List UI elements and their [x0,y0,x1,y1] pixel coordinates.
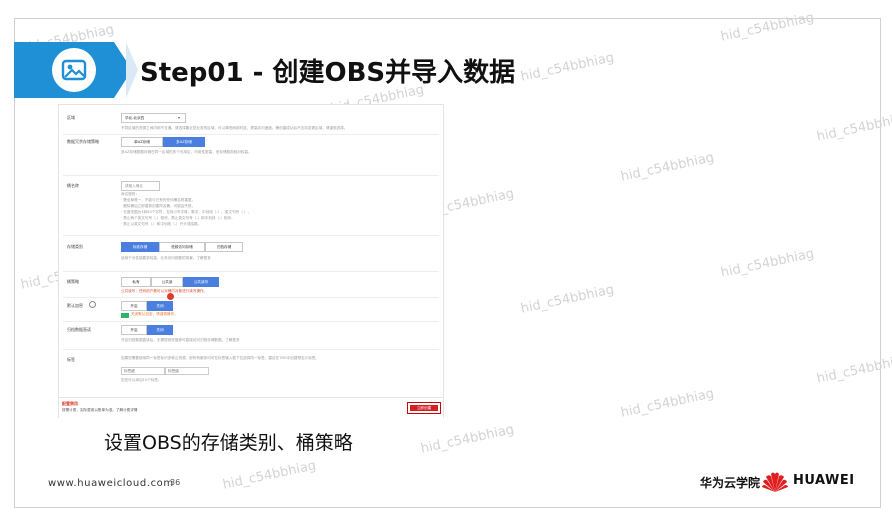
obs-create-bucket-screenshot: 区域 华北-北京四 ▾ 不同区域的资源之间内网不互通。请选择靠近您业务的区域，可… [58,104,444,418]
tip-badge [121,313,129,318]
encryption-off-button[interactable]: 关闭 [147,301,173,311]
copy-policy-hint: 多AZ存储数据存储在同一区域的多个可用区，可用性更高，但存储费用相对较高。 [121,150,252,154]
single-az-button[interactable]: 单AZ存储 [121,137,163,147]
fee-label: 配置费用 [62,401,78,406]
divider [63,271,439,272]
direct-read-on-button[interactable]: 开启 [121,325,147,335]
copy-policy-label: 数据冗余存储策略 [67,139,99,144]
bucket-name-rule: · 禁止以英文句号（.）和中划线（-）开头或结尾。 [121,222,202,226]
slide-title: Step01 - 创建OBS并导入数据 [140,58,516,88]
direct-read-off-button[interactable]: 关闭 [147,325,173,335]
direct-read-label: 归档数据直读 [67,327,91,332]
fee-hint: 按需计费，实际费用以账单为准。了解计费详情 [62,408,138,412]
storage-class-label: 存储类别 [67,244,83,249]
bucket-policy-label: 桶策略 [67,279,79,284]
policy-public-read-button[interactable]: 公共读 [151,277,183,287]
storage-class-hint: 适用于对性能要求较高，业务访问频繁的场景。了解更多 [121,256,211,260]
page-number: 36 [170,478,181,487]
create-now-button-label: 立即创建 [410,405,438,411]
divider [63,297,439,298]
direct-read-hint: 开启归档数据直读后，无需提前恢复即可直接访问归档存储数据。了解更多 [121,338,240,342]
tag-hint: 如果您需要使用同一标签标识多种云资源，即所有服务均可在标签输入框下拉选择同一标签… [121,356,320,360]
bucket-name-label: 桶名称 [67,183,79,188]
info-icon [89,301,96,308]
website-url: www.huaweicloud.com [48,478,174,489]
tag-count: 您还可以添加10个标签。 [121,378,162,382]
brand-name-cn: 华为云学院 [700,476,761,490]
policy-public-read-write-button[interactable]: 公共读写 [183,277,219,287]
slide-caption: 设置OBS的存储类别、桶策略 [104,432,353,454]
tag-key-input[interactable] [121,367,165,375]
encryption-label: 默认加密 [67,303,83,308]
encryption-on-button[interactable]: 开启 [121,301,147,311]
fee-footer: 配置费用 按需计费，实际费用以账单为准。了解计费详情 立即创建 [59,397,443,418]
divider [63,321,439,322]
huawei-logo-icon [760,470,790,498]
region-hint: 不同区域的资源之间内网不互通。请选择靠近您业务的区域，可以降低网络时延、提高访问… [121,126,348,130]
title-band-arrow-light [126,42,138,98]
bucket-policy-warning: 公共读写：任何用户都可以对桶内对象进行读写操作。 [121,289,208,293]
policy-private-button[interactable]: 私有 [121,277,151,287]
divider [63,235,439,236]
divider [63,349,439,350]
tag-value-input[interactable] [165,367,209,375]
encryption-note: 关闭默认加密，请谨慎操作。 [131,312,178,316]
image-icon [52,48,96,92]
archive-storage-button[interactable]: 归档存储 [205,242,243,252]
infrequent-storage-button[interactable]: 低频访问存储 [159,242,205,252]
region-label: 区域 [67,115,75,120]
bucket-name-input[interactable]: 请输入桶名 [121,181,160,191]
divider [63,134,439,135]
chevron-down-icon: ▾ [178,115,181,120]
create-now-button[interactable]: 立即创建 [407,402,441,414]
standard-storage-button[interactable]: 标准存储 [121,242,159,252]
tag-label: 标签 [67,357,75,362]
multi-az-button[interactable]: 多AZ存储 [163,137,205,147]
alert-badge-icon [167,293,174,300]
brand-name-en: HUAWEI [793,473,855,488]
divider [63,175,439,176]
region-select[interactable]: 华北-北京四 [121,113,186,123]
